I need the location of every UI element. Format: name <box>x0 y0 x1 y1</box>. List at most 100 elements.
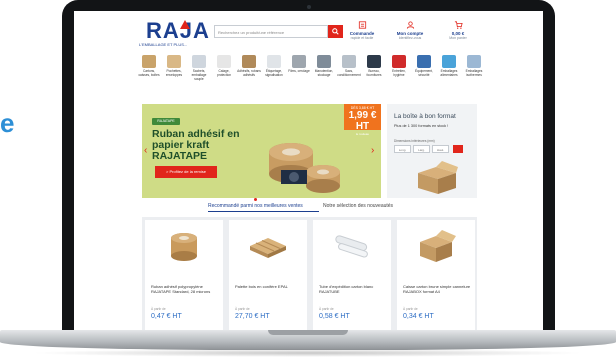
product-carousel: Ruban adhésif polypropylène RAJATAPE Sta… <box>142 217 477 332</box>
site-header: RAJA L'EMBALLAGE ET PLUS... Recherchez u… <box>74 11 543 53</box>
category-item[interactable]: Emballages isothermes <box>462 55 486 78</box>
category-item[interactable]: Sacs, conditionnement <box>337 55 361 78</box>
category-thumbnail <box>217 55 231 68</box>
category-label: Emballages isothermes <box>465 69 483 77</box>
category-label: Pochettes, enveloppes <box>165 69 183 77</box>
category-item[interactable]: Manutention, stockage <box>312 55 336 78</box>
carousel-dot[interactable] <box>259 198 262 201</box>
height-input[interactable]: Haut. <box>432 145 449 153</box>
category-label: Entretien, hygiène <box>392 69 406 77</box>
product-card[interactable]: Tube d'expédition carton blanc RAJATUBE … <box>313 220 391 332</box>
category-item[interactable]: Calage, protection <box>212 55 236 78</box>
category-thumbnail <box>317 55 331 68</box>
account-link[interactable]: Mon compte Identifiez-vous <box>390 21 430 40</box>
category-label: Emballages alimentaires <box>440 69 458 77</box>
tab-best-sellers[interactable]: Recommandé parmi nos meilleures ventes <box>208 203 303 209</box>
logo-tagline: L'EMBALLAGE ET PLUS... <box>139 42 188 47</box>
category-thumbnail <box>467 55 481 68</box>
box-format-subtitle: Plus de 1 300 formats en stock ! <box>394 124 449 128</box>
product-description: Ruban adhésif polypropylène RAJATAPE Sta… <box>151 284 211 294</box>
product-description: Caisse carton brune simple cannelure RAJ… <box>403 284 471 294</box>
price-tag: DÈS 3,88 € HT 1,99 € HT le rouleau <box>344 104 381 136</box>
category-thumbnail <box>392 55 406 68</box>
box-format-title: La boîte à bon format <box>394 113 456 120</box>
category-label: Équipement, sécurité <box>415 69 433 77</box>
tape-rolls-image <box>269 143 340 193</box>
side-heading-fragment: e <box>0 108 15 138</box>
search-input[interactable]: Recherchez un produit/une référence <box>214 25 328 38</box>
laptop-shadow <box>30 349 586 357</box>
quick-order-link[interactable]: Commande rapide et facile <box>342 21 382 40</box>
category-thumbnail <box>242 55 256 68</box>
category-item[interactable]: Entretien, hygiène <box>387 55 411 78</box>
cardboard-box-product-image <box>420 230 456 262</box>
category-label: Sachets, emballage souple <box>191 69 207 81</box>
width-input[interactable]: Larg. <box>413 145 430 153</box>
category-label: Films, cerclage <box>288 69 310 73</box>
category-label: Étiquetage, signalisation <box>265 69 283 77</box>
promo-banner[interactable]: RAJATAPE Ruban adhésif en papier kraft R… <box>142 104 381 201</box>
product-price: 0,34 € HT <box>403 313 434 320</box>
category-label: Adhésifs, rubans adhésifs <box>237 69 261 77</box>
price-unit: le rouleau <box>355 132 370 136</box>
quick-order-sub: rapide et facile <box>350 36 374 40</box>
logo-accent-icon <box>180 20 190 29</box>
category-item[interactable]: Équipement, sécurité <box>412 55 436 78</box>
cart-sub: Mon panier <box>449 36 467 40</box>
category-thumbnail <box>267 55 281 68</box>
active-tab-indicator <box>208 211 319 212</box>
product-card[interactable]: Palette bois en conifère EPAL À partir d… <box>229 220 307 332</box>
box-search-button[interactable] <box>453 145 463 153</box>
category-item[interactable]: Sachets, emballage souple <box>187 55 211 81</box>
category-label: Cartons, caisses, boîtes <box>138 69 160 77</box>
category-thumbnail <box>142 55 156 68</box>
cardboard-boxes-image <box>418 161 458 194</box>
cart-icon <box>454 21 463 29</box>
carousel-dot[interactable] <box>264 198 267 201</box>
product-card[interactable]: Ruban adhésif polypropylène RAJATAPE Sta… <box>145 220 223 332</box>
list-icon <box>358 21 366 29</box>
carousel-next-icon[interactable]: › <box>371 145 374 156</box>
brand-badge: RAJATAPE <box>152 118 180 125</box>
tab-new-products[interactable]: Notre sélection des nouveautés <box>323 203 393 209</box>
category-bar: Cartons, caisses, boîtes Pochettes, enve… <box>74 55 543 99</box>
price-from: À partir de <box>151 307 166 311</box>
category-thumbnail <box>367 55 381 68</box>
pallet-product-image <box>250 238 286 258</box>
length-input[interactable]: Long. <box>394 145 411 153</box>
shipping-tube-product-image <box>335 235 368 258</box>
category-thumbnail <box>292 55 306 68</box>
category-item[interactable]: Bureau, fournitures <box>362 55 386 78</box>
price-from: À partir de <box>319 307 334 311</box>
category-item[interactable]: Adhésifs, rubans adhésifs <box>237 55 261 78</box>
category-thumbnail <box>167 55 181 68</box>
category-item[interactable]: Cartons, caisses, boîtes <box>137 55 161 78</box>
category-label: Bureau, fournitures <box>366 69 382 77</box>
dimensions-label: Dimensions intérieures (mm) <box>394 139 435 143</box>
product-price: 0,47 € HT <box>151 313 182 320</box>
tape-product-image <box>171 233 197 261</box>
category-item[interactable]: Pochettes, enveloppes <box>162 55 186 78</box>
category-item[interactable]: Étiquetage, signalisation <box>262 55 286 78</box>
webcam <box>306 5 311 9</box>
product-price: 27,70 € HT <box>235 313 270 320</box>
user-icon <box>406 21 414 29</box>
category-item[interactable]: Films, cerclage <box>287 55 311 74</box>
promo-price: 1,99 € HT <box>348 110 377 132</box>
cart-link[interactable]: 0,00 € Mon panier <box>438 21 478 40</box>
category-label: Manutention, stockage <box>314 69 334 77</box>
box-format-widget: La boîte à bon format Plus de 1 300 form… <box>387 104 477 198</box>
search-icon <box>332 28 339 35</box>
banner-cta-button[interactable]: > Profitez de la remise <box>155 166 217 178</box>
search-button[interactable] <box>328 25 343 38</box>
raja-logo[interactable]: RAJA <box>146 18 210 44</box>
carousel-dot[interactable] <box>254 198 257 201</box>
carousel-prev-icon[interactable]: ‹ <box>144 145 147 156</box>
product-description: Palette bois en conifère EPAL <box>235 284 288 289</box>
category-thumbnail <box>342 55 356 68</box>
laptop-notch <box>268 330 348 335</box>
product-description: Tube d'expédition carton blanc RAJATUBE <box>319 284 374 294</box>
product-card[interactable]: Caisse carton brune simple cannelure RAJ… <box>397 220 475 332</box>
category-thumbnail <box>417 55 431 68</box>
category-item[interactable]: Emballages alimentaires <box>437 55 461 78</box>
